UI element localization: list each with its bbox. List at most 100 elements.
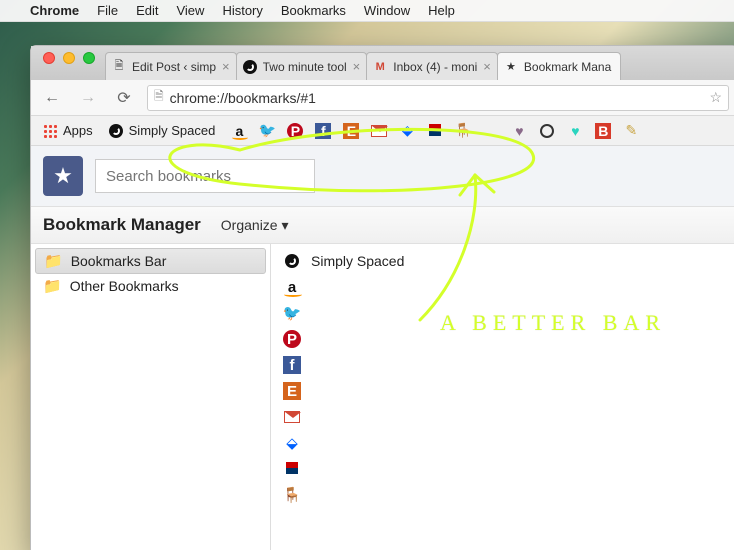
window-close-button[interactable] <box>43 52 55 64</box>
tab-strip: 🗎 Edit Post ‹ simp × Two minute tool × M… <box>31 46 734 80</box>
facebook-icon: f <box>283 356 301 374</box>
macos-menubar: Chrome File Edit View History Bookmarks … <box>0 0 734 22</box>
gmail-icon[interactable] <box>371 123 387 139</box>
gmail-icon: M <box>373 60 387 74</box>
menu-bookmarks[interactable]: Bookmarks <box>281 3 346 18</box>
list-item[interactable] <box>281 508 727 534</box>
facebook-icon[interactable]: f <box>315 123 331 139</box>
list-item[interactable] <box>281 456 727 482</box>
menu-edit[interactable]: Edit <box>136 3 158 18</box>
tab-two-minute[interactable]: Two minute tool × <box>236 52 368 80</box>
tab-inbox[interactable]: M Inbox (4) - moni × <box>366 52 498 80</box>
twitter-icon: 🐦 <box>283 304 301 322</box>
menu-history[interactable]: History <box>222 3 262 18</box>
page-icon: 🗎 <box>154 87 164 108</box>
circle-icon[interactable] <box>539 123 555 139</box>
back-button[interactable]: ← <box>39 86 65 110</box>
bookmarks-bar: Apps Simply Spaced a 🐦 P f E ⬙ 🪑 ♥ ♥ B ✎ <box>31 116 734 146</box>
pinterest-icon[interactable]: P <box>287 123 303 139</box>
menu-help[interactable]: Help <box>428 3 455 18</box>
etsy-icon: E <box>283 382 301 400</box>
apple-icon[interactable] <box>483 123 499 139</box>
tab-title: Two minute tool <box>263 60 347 74</box>
bookmark-manager-page: ★ Bookmark Manager Organize ▾ 📁 Bookmark… <box>31 146 734 550</box>
tree-item-bookmarks-bar[interactable]: 📁 Bookmarks Bar <box>35 248 266 274</box>
list-item[interactable]: P <box>281 326 727 352</box>
list-item[interactable]: f <box>281 352 727 378</box>
bookmark-search-row: ★ <box>31 146 734 206</box>
bookmark-simply-spaced[interactable]: Simply Spaced <box>109 123 216 138</box>
gmail-icon <box>283 408 301 426</box>
browser-toolbar: ← → ⟳ 🗎 ☆ <box>31 80 734 116</box>
etsy-icon[interactable]: E <box>343 123 359 139</box>
teal-heart-icon[interactable]: ♥ <box>567 123 583 139</box>
tree-item-label: Other Bookmarks <box>70 278 179 294</box>
simply-spaced-icon <box>243 60 257 74</box>
bloglovin-icon[interactable]: B <box>595 123 611 139</box>
list-item[interactable]: 🪑 <box>281 482 727 508</box>
apple-icon <box>283 512 301 530</box>
tab-close-icon[interactable]: × <box>353 59 361 74</box>
pen-icon[interactable]: ✎ <box>623 123 639 139</box>
bookmark-manager-body: 📁 Bookmarks Bar 📁 Other Bookmarks Simply… <box>31 244 734 550</box>
chevron-down-icon: ▾ <box>281 217 288 233</box>
bookmark-star-icon[interactable]: ☆ <box>709 89 722 106</box>
folder-tree: 📁 Bookmarks Bar 📁 Other Bookmarks <box>31 244 271 550</box>
folder-icon: 📁 <box>43 277 62 295</box>
list-item-label: Simply Spaced <box>311 253 404 269</box>
bookmark-label: Simply Spaced <box>129 123 216 138</box>
menubar-app-name[interactable]: Chrome <box>30 3 79 18</box>
list-item[interactable]: Simply Spaced <box>281 248 727 274</box>
page-title: Bookmark Manager <box>43 215 201 235</box>
tab-edit-post[interactable]: 🗎 Edit Post ‹ simp × <box>105 52 237 80</box>
list-item[interactable]: a <box>281 274 727 300</box>
tab-title: Edit Post ‹ simp <box>132 60 216 74</box>
organize-label: Organize <box>221 217 278 233</box>
chair-icon: 🪑 <box>283 486 301 504</box>
bookmark-list: Simply Spaced a 🐦 P f <box>271 244 734 550</box>
apps-grid-icon <box>43 124 57 138</box>
list-item[interactable]: E <box>281 378 727 404</box>
simply-spaced-icon <box>109 124 123 138</box>
amazon-icon[interactable]: a <box>231 123 247 139</box>
reload-button[interactable]: ⟳ <box>111 86 137 110</box>
window-minimize-button[interactable] <box>63 52 75 64</box>
organize-menu[interactable]: Organize ▾ <box>221 217 289 234</box>
url-bar[interactable]: 🗎 ☆ <box>147 85 729 111</box>
heart-icon[interactable]: ♥ <box>511 123 527 139</box>
bookmark-manager-logo: ★ <box>43 156 83 196</box>
star-icon: ★ <box>504 60 518 74</box>
menu-view[interactable]: View <box>176 3 204 18</box>
menu-file[interactable]: File <box>97 3 118 18</box>
simply-spaced-icon <box>283 252 301 270</box>
folder-icon: 📁 <box>44 252 63 270</box>
tab-close-icon[interactable]: × <box>483 59 491 74</box>
twitter-icon[interactable]: 🐦 <box>259 123 275 139</box>
tree-item-label: Bookmarks Bar <box>71 253 167 269</box>
document-icon: 🗎 <box>112 60 126 74</box>
amazon-icon: a <box>283 278 301 296</box>
window-controls <box>39 52 105 74</box>
dropbox-icon: ⬙ <box>283 434 301 452</box>
chair-icon[interactable]: 🪑 <box>455 123 471 139</box>
tab-close-icon[interactable]: × <box>222 59 230 74</box>
bankofamerica-icon[interactable] <box>427 123 443 139</box>
tab-title: Bookmark Mana <box>524 60 614 74</box>
tab-bookmark-manager[interactable]: ★ Bookmark Mana <box>497 52 621 80</box>
bookmark-icon-row: a 🐦 P f E ⬙ 🪑 ♥ ♥ B ✎ <box>231 123 639 139</box>
dropbox-icon[interactable]: ⬙ <box>399 123 415 139</box>
menu-window[interactable]: Window <box>364 3 410 18</box>
list-item[interactable]: ⬙ <box>281 430 727 456</box>
apps-button[interactable]: Apps <box>37 121 99 140</box>
list-item[interactable] <box>281 404 727 430</box>
tab-title: Inbox (4) - moni <box>393 60 477 74</box>
window-zoom-button[interactable] <box>83 52 95 64</box>
tree-item-other-bookmarks[interactable]: 📁 Other Bookmarks <box>35 274 266 298</box>
search-bookmarks-input[interactable] <box>95 159 315 193</box>
url-input[interactable] <box>170 90 704 106</box>
chrome-window: 🗎 Edit Post ‹ simp × Two minute tool × M… <box>30 45 734 550</box>
list-item[interactable]: 🐦 <box>281 300 727 326</box>
pinterest-icon: P <box>283 330 301 348</box>
forward-button[interactable]: → <box>75 86 101 110</box>
apps-label: Apps <box>63 123 93 138</box>
